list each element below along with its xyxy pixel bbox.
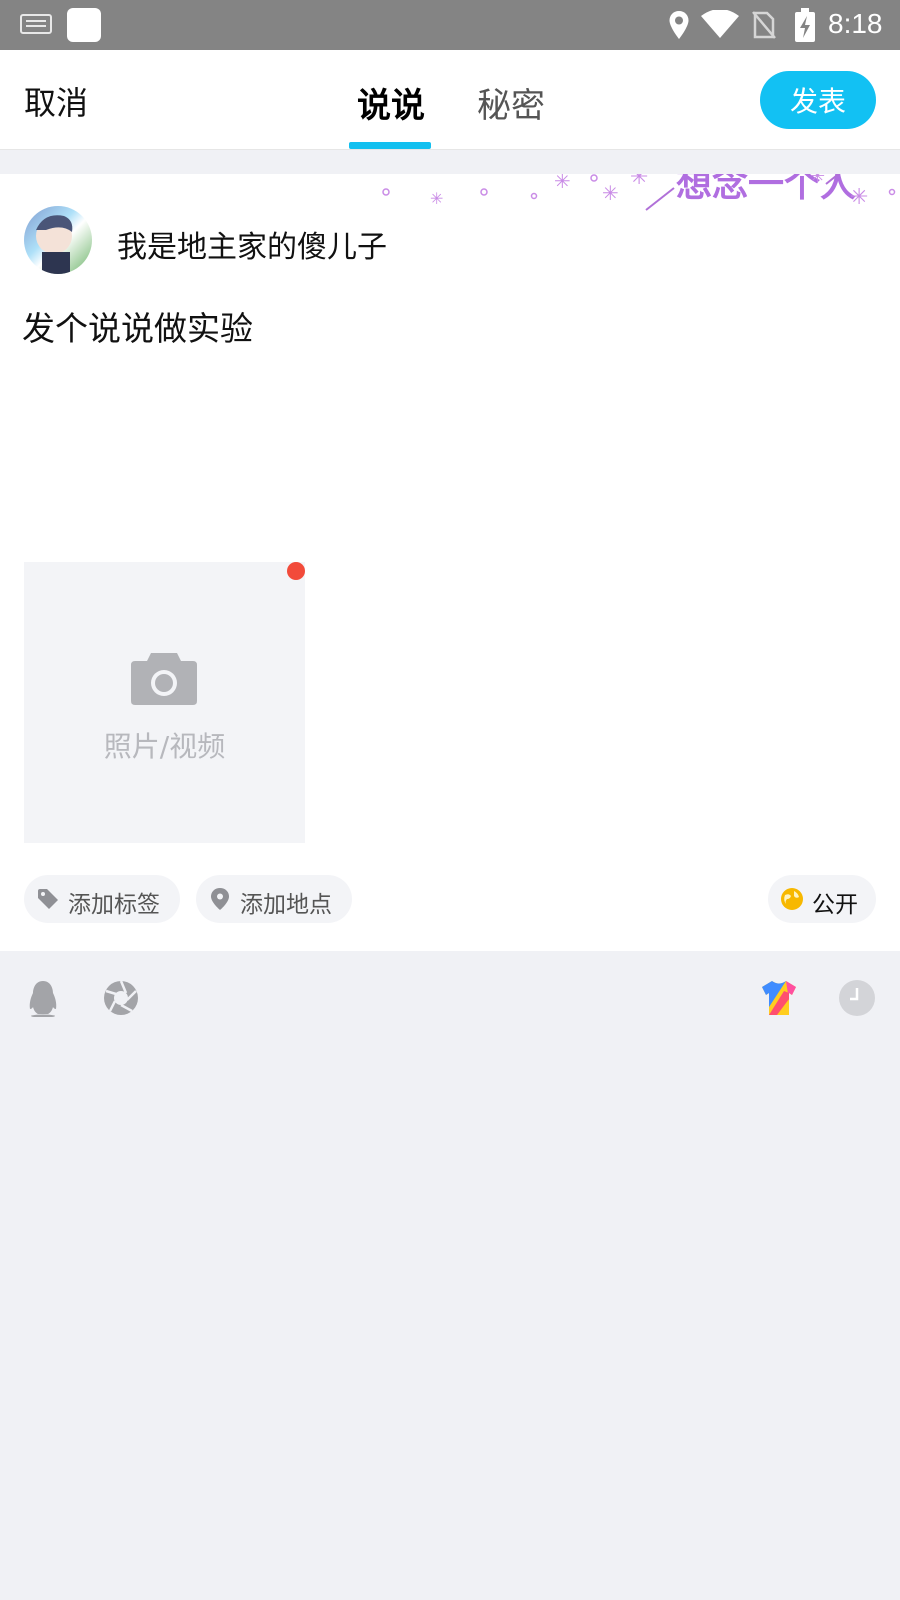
add-tag-label: 添加标签 bbox=[68, 892, 160, 918]
cancel-button[interactable]: 取消 bbox=[24, 78, 88, 124]
tab-secret[interactable]: 秘密 bbox=[477, 78, 545, 127]
keyboard-icon bbox=[20, 14, 52, 34]
media-label: 照片/视频 bbox=[103, 730, 226, 763]
avatar[interactable] bbox=[24, 206, 92, 274]
new-badge-dot bbox=[287, 562, 305, 580]
decoration-banner: ✳ ✳ ✳ ✳ 想念一个人 ✳ ✳ bbox=[382, 174, 896, 211]
svg-text:✳: ✳ bbox=[850, 185, 868, 210]
post-text-input[interactable]: 发个说说做实验 bbox=[22, 302, 253, 350]
location-icon bbox=[669, 11, 689, 39]
svg-text:✳: ✳ bbox=[630, 174, 648, 190]
visibility-label: 公开 bbox=[812, 892, 858, 918]
location-pin-icon bbox=[211, 888, 229, 910]
clock-icon[interactable] bbox=[838, 979, 876, 1017]
camera-icon bbox=[131, 653, 197, 705]
clock-time: 8:18 bbox=[828, 8, 883, 39]
top-bar: 取消 说说 秘密 发表 bbox=[0, 50, 900, 150]
compose-card: ✳ ✳ ✳ ✳ 想念一个人 ✳ ✳ 我是地主家的傻儿子 发个说说做实验 照片/视… bbox=[0, 174, 900, 951]
svg-text:想念一个人: 想念一个人 bbox=[676, 174, 856, 205]
add-photo-video-button[interactable]: 照片/视频 bbox=[24, 562, 305, 843]
tab-shuoshuo[interactable]: 说说 bbox=[357, 78, 425, 127]
username: 我是地主家的傻儿子 bbox=[117, 230, 387, 265]
svg-text:✳: ✳ bbox=[554, 174, 571, 193]
svg-text:✳: ✳ bbox=[602, 181, 619, 205]
add-location-button[interactable]: 添加地点 bbox=[196, 875, 352, 923]
camera-aperture-icon[interactable] bbox=[102, 979, 140, 1017]
no-sim-icon bbox=[752, 11, 776, 39]
svg-text:✳: ✳ bbox=[810, 174, 825, 187]
add-location-label: 添加地点 bbox=[240, 892, 332, 918]
bottom-toolbar bbox=[0, 951, 900, 1041]
divider bbox=[0, 150, 900, 174]
app-icon bbox=[67, 8, 101, 42]
globe-icon bbox=[781, 888, 803, 910]
add-tag-button[interactable]: 添加标签 bbox=[24, 875, 180, 923]
qq-penguin-icon[interactable] bbox=[24, 979, 62, 1017]
svg-text:✳: ✳ bbox=[430, 189, 443, 208]
wifi-icon bbox=[701, 10, 739, 38]
publish-button[interactable]: 发表 bbox=[760, 71, 876, 129]
theme-shirt-icon[interactable] bbox=[760, 979, 798, 1017]
tag-icon bbox=[38, 889, 58, 909]
visibility-public-button[interactable]: 公开 bbox=[768, 875, 876, 923]
active-tab-indicator bbox=[349, 142, 431, 149]
battery-charging-icon bbox=[795, 8, 815, 42]
status-bar: 8:18 bbox=[0, 0, 900, 50]
